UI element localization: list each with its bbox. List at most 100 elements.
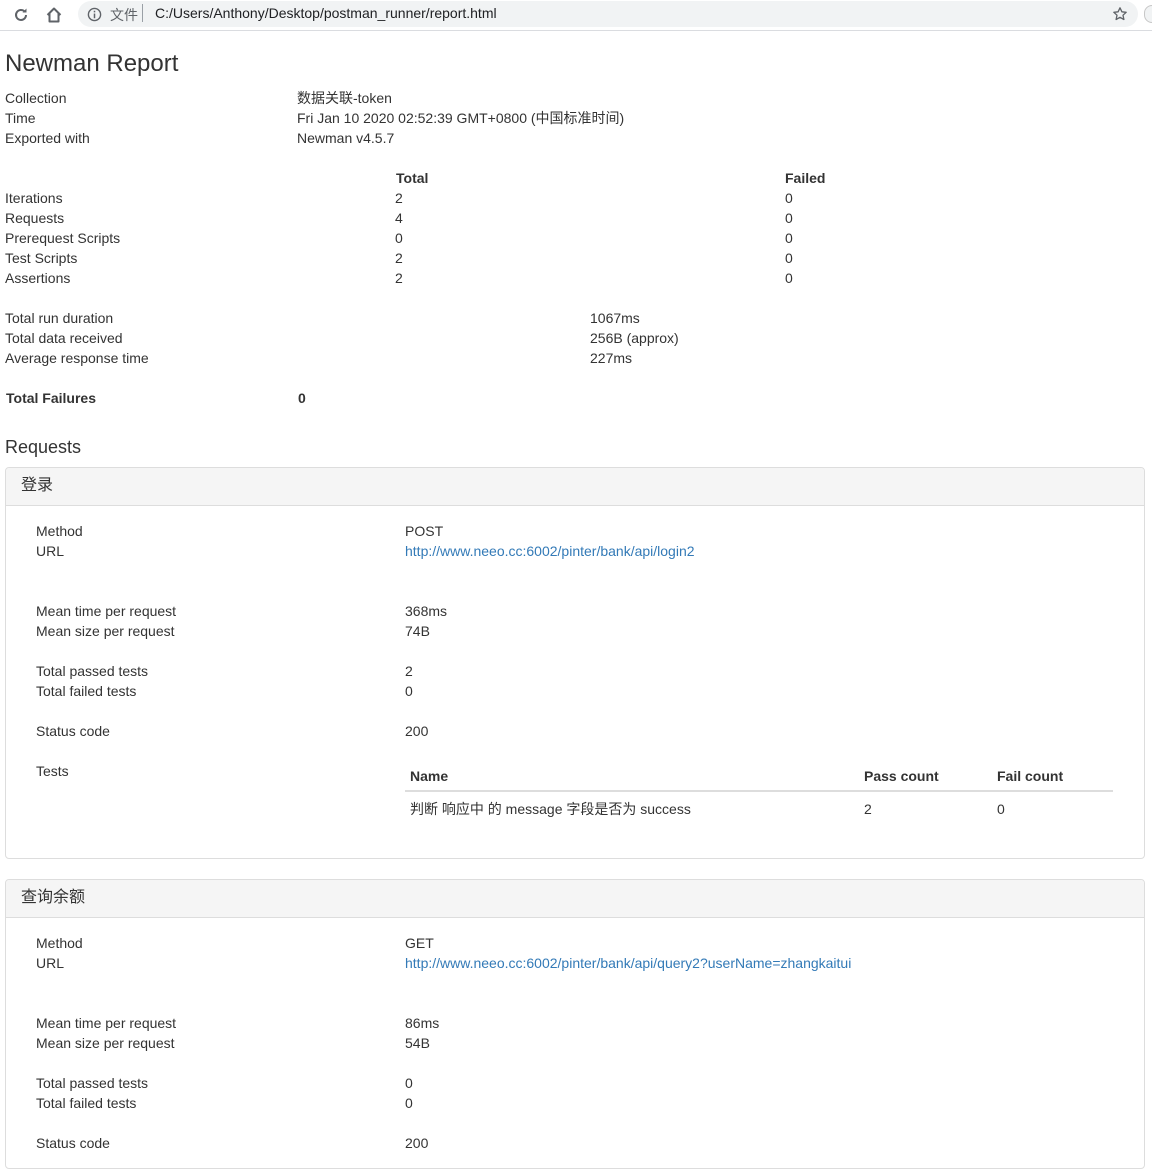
passed-tests-row: Total passed tests 2 — [36, 661, 1136, 681]
home-icon[interactable] — [43, 4, 65, 26]
summary-label: Test Scripts — [5, 250, 78, 266]
browser-toolbar: 文件 C:/Users/Anthony/Desktop/postman_runn… — [0, 0, 1152, 31]
mean-time-value: 86ms — [405, 1015, 440, 1031]
status-code-value: 200 — [405, 1135, 429, 1151]
address-text[interactable]: C:/Users/Anthony/Desktop/postman_runner/… — [155, 5, 497, 21]
request-panel-heading: 登录 — [6, 468, 1144, 506]
summary-total: 2 — [395, 270, 403, 286]
field-label: Status code — [36, 723, 110, 739]
reload-icon[interactable] — [10, 4, 32, 26]
total-failures-value: 0 — [298, 390, 306, 406]
status-code-value: 200 — [405, 723, 429, 739]
request-url-link[interactable]: http://www.neeo.cc:6002/pinter/bank/api/… — [405, 543, 695, 559]
test-fail-count: 0 — [997, 801, 1005, 817]
meta-value: Newman v4.5.7 — [297, 130, 395, 146]
tests-table-header: Name Pass count Fail count — [405, 759, 1113, 792]
request-panel-heading: 查询余额 — [6, 880, 1144, 918]
field-label: Total passed tests — [36, 663, 149, 679]
status-code-row: Status code 200 — [36, 721, 1136, 741]
meta-label: Collection — [5, 90, 67, 106]
tests-col-fail: Fail count — [997, 768, 1064, 784]
timing-value: 1067ms — [590, 310, 640, 326]
meta-value: Fri Jan 10 2020 02:52:39 GMT+0800 (中国标准时… — [297, 110, 625, 126]
failed-tests-row: Total failed tests 0 — [36, 681, 1136, 701]
summary-failed: 0 — [785, 210, 793, 226]
total-failures-row: Total Failures 0 — [5, 388, 1105, 408]
tests-table: Name Pass count Fail count 判断 响应中 的 mess… — [405, 759, 1113, 824]
summary-total: 2 — [395, 250, 403, 266]
scheme-label: 文件 — [110, 7, 138, 23]
request-panel: 登录 Method POST URL http://www.neeo.cc:60… — [5, 467, 1145, 859]
field-label: URL — [36, 955, 65, 971]
summary-header-row: Total Failed — [5, 168, 1105, 188]
timing-label: Total run duration — [5, 310, 114, 326]
address-bar[interactable]: 文件 C:/Users/Anthony/Desktop/postman_runn… — [78, 1, 1138, 27]
request-method: POST — [405, 523, 444, 539]
timing-label: Average response time — [5, 350, 149, 366]
meta-value: 数据关联-token — [297, 90, 392, 106]
summary-label: Assertions — [5, 270, 71, 286]
mean-size-value: 54B — [405, 1035, 430, 1051]
field-label: Status code — [36, 1135, 110, 1151]
summary-header-failed: Failed — [785, 170, 826, 186]
field-label: Total failed tests — [36, 1095, 137, 1111]
summary-total: 0 — [395, 230, 403, 246]
mean-time-value: 368ms — [405, 603, 448, 619]
total-failures-label: Total Failures — [6, 390, 96, 406]
tests-col-name: Name — [410, 768, 449, 784]
request-method-row: Method POST — [36, 521, 1136, 541]
status-code-row: Status code 200 — [36, 1133, 1136, 1153]
timing-row: Total data received 256B (approx) — [5, 328, 1105, 348]
timing-value: 256B (approx) — [590, 330, 679, 346]
request-method-row: Method GET — [36, 933, 1136, 953]
field-label: Mean size per request — [36, 623, 175, 639]
mean-size-row: Mean size per request 54B — [36, 1033, 1136, 1053]
summary-total: 4 — [395, 210, 403, 226]
test-name: 判断 响应中 的 message 字段是否为 success — [410, 801, 691, 817]
field-label: Tests — [36, 763, 69, 779]
request-method: GET — [405, 935, 434, 951]
summary-label: Requests — [5, 210, 65, 226]
request-url-row: URL http://www.neeo.cc:6002/pinter/bank/… — [36, 953, 1136, 973]
summary-failed: 0 — [785, 190, 793, 206]
failed-tests-value: 0 — [405, 1095, 413, 1111]
summary-label: Prerequest Scripts — [5, 230, 121, 246]
bookmark-star-icon[interactable] — [1110, 4, 1130, 24]
summary-total: 2 — [395, 190, 403, 206]
field-label: Mean time per request — [36, 1015, 177, 1031]
summary-row: Assertions 2 0 — [5, 268, 1105, 288]
summary-failed: 0 — [785, 270, 793, 286]
mean-size-row: Mean size per request 74B — [36, 621, 1136, 641]
requests-section-title: Requests — [5, 437, 82, 457]
summary-row: Prerequest Scripts 0 0 — [5, 228, 1105, 248]
summary-label: Iterations — [5, 190, 63, 206]
passed-tests-value: 0 — [405, 1075, 413, 1091]
summary-row: Test Scripts 2 0 — [5, 248, 1105, 268]
table-row: 判断 响应中 的 message 字段是否为 success 2 0 — [405, 792, 1113, 824]
passed-tests-value: 2 — [405, 663, 413, 679]
field-label: Total failed tests — [36, 683, 137, 699]
profile-avatar[interactable] — [1144, 5, 1152, 23]
mean-time-row: Mean time per request 368ms — [36, 601, 1136, 621]
request-url-link[interactable]: http://www.neeo.cc:6002/pinter/bank/api/… — [405, 955, 851, 971]
request-url-row: URL http://www.neeo.cc:6002/pinter/bank/… — [36, 541, 1136, 561]
request-name: 登录 — [21, 477, 54, 494]
summary-header-total: Total — [396, 170, 429, 186]
mean-size-value: 74B — [405, 623, 430, 639]
timing-value: 227ms — [590, 350, 633, 366]
field-label: Mean size per request — [36, 1035, 175, 1051]
meta-label: Time — [5, 110, 36, 126]
field-label: Mean time per request — [36, 603, 177, 619]
request-panel: 查询余额 Method GET URL http://www.neeo.cc:6… — [5, 879, 1145, 1169]
passed-tests-row: Total passed tests 0 — [36, 1073, 1136, 1093]
field-label: Method — [36, 935, 83, 951]
failed-tests-value: 0 — [405, 683, 413, 699]
page-title: Newman Report — [5, 50, 179, 77]
field-label: Method — [36, 523, 83, 539]
mean-time-row: Mean time per request 86ms — [36, 1013, 1136, 1033]
meta-exported-row: Exported with Newman v4.5.7 — [5, 128, 1105, 148]
request-name: 查询余额 — [21, 889, 86, 906]
timing-label: Total data received — [5, 330, 123, 346]
meta-label: Exported with — [5, 130, 90, 146]
info-icon[interactable] — [86, 6, 102, 22]
